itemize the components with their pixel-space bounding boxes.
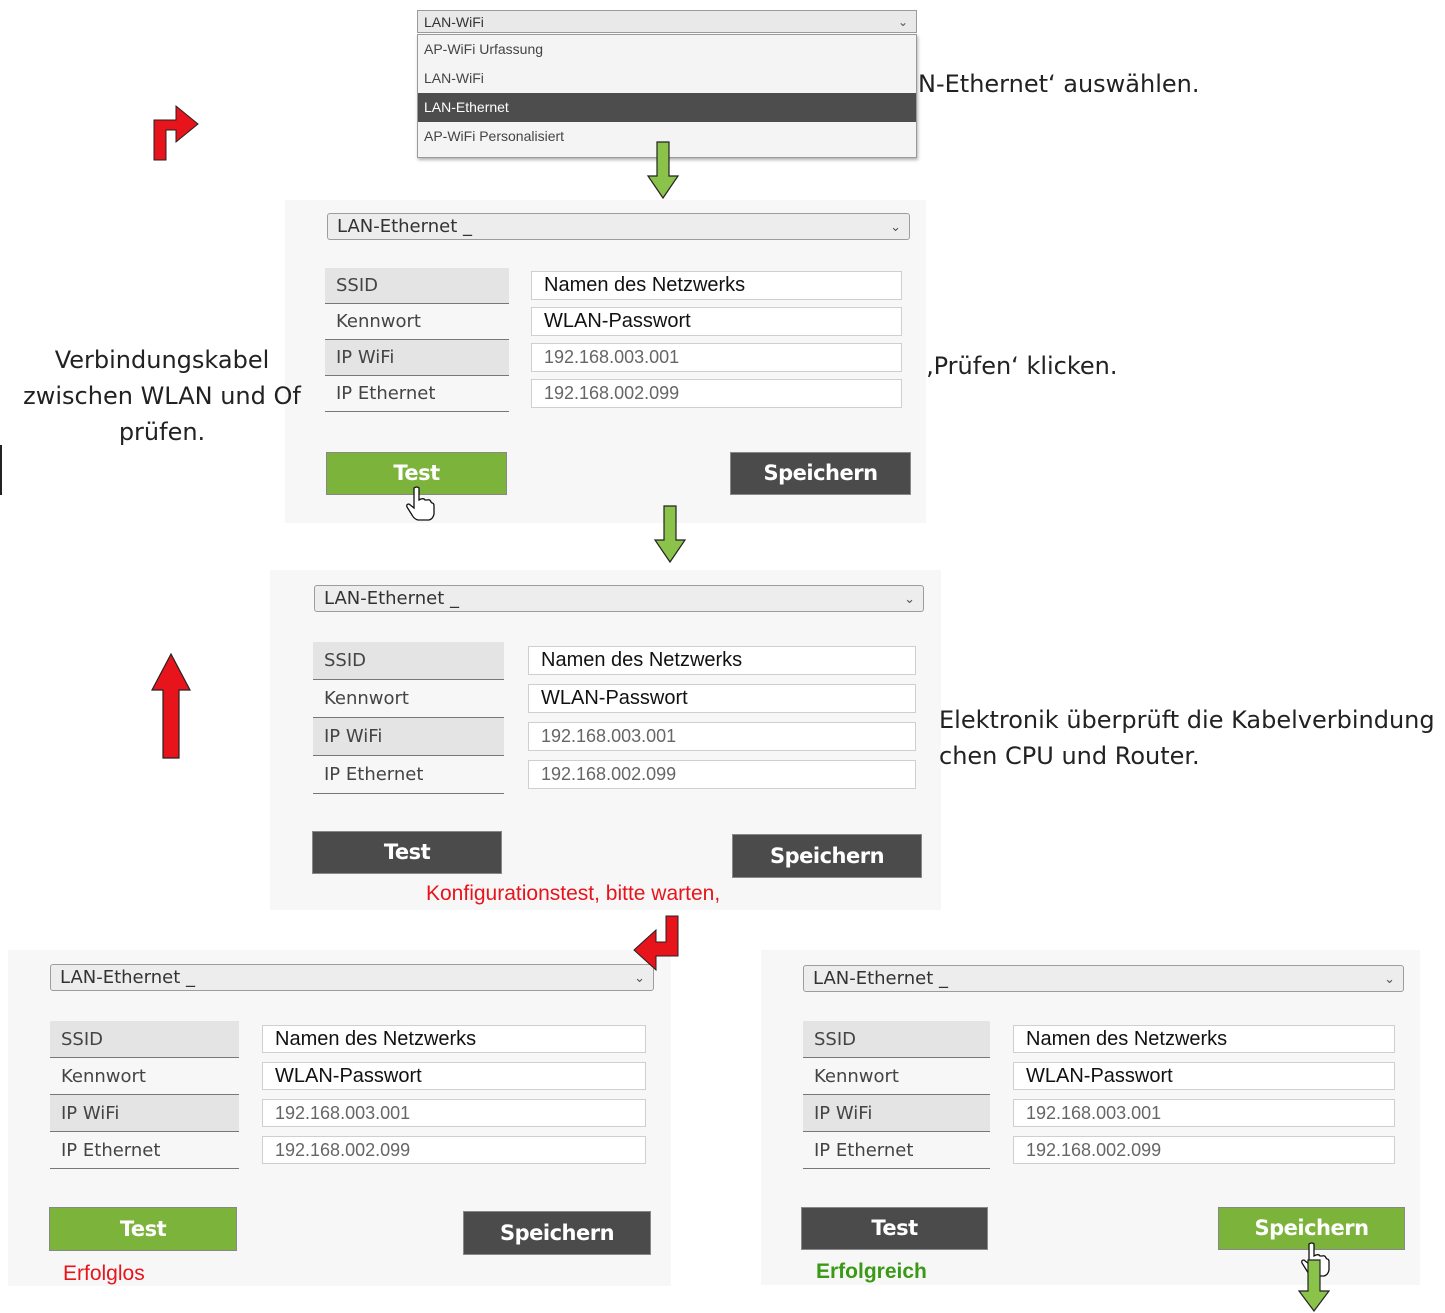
mode-select-value: LAN-WiFi	[424, 14, 484, 30]
note-left-line2: zwischen WLAN und Of	[23, 382, 301, 410]
ip-ethernet-input[interactable]: 192.168.002.099	[528, 760, 916, 789]
label-ssid: SSID	[50, 1021, 239, 1058]
note-left-line1: Verbindungskabel	[54, 346, 270, 374]
green-down-arrow-icon	[1297, 1259, 1331, 1312]
label-kennwort: Kennwort	[50, 1058, 239, 1095]
red-turn-arrow-icon	[633, 915, 679, 972]
test-button[interactable]: Test	[49, 1207, 237, 1251]
ip-ethernet-input[interactable]: 192.168.002.099	[1013, 1136, 1395, 1164]
config-panel-success: LAN-Ethernet _ ⌄ SSID Kennwort IP WiFi I…	[761, 950, 1420, 1285]
label-ip-ethernet: IP Ethernet	[50, 1132, 239, 1169]
config-panel-step1: LAN-Ethernet _ ⌄ SSID Kennwort IP WiFi I…	[285, 200, 926, 523]
label-ip-ethernet: IP Ethernet	[325, 376, 509, 412]
test-button[interactable]: Test	[801, 1207, 988, 1250]
chevron-down-icon: ⌄	[897, 15, 908, 29]
label-ssid: SSID	[313, 642, 504, 680]
mode-select-value: LAN-Ethernet _	[337, 216, 472, 237]
label-kennwort: Kennwort	[803, 1058, 990, 1095]
green-down-arrow-icon	[653, 505, 687, 564]
mode-select-value: LAN-Ethernet _	[60, 967, 195, 988]
ip-wifi-input[interactable]: 192.168.003.001	[531, 343, 902, 372]
ip-ethernet-input[interactable]: 192.168.002.099	[262, 1136, 646, 1164]
ssid-input[interactable]: Namen des Netzwerks	[1013, 1025, 1395, 1053]
test-button[interactable]: Test	[312, 831, 502, 874]
option-ap-wifi-urfassung[interactable]: AP-WiFi Urfassung	[418, 35, 916, 64]
save-button[interactable]: Speichern	[730, 452, 911, 495]
label-ip-wifi: IP WiFi	[803, 1095, 990, 1132]
mode-select[interactable]: LAN-Ethernet _ ⌄	[803, 965, 1404, 992]
mode-select-closed[interactable]: LAN-WiFi ⌄	[417, 10, 917, 33]
ip-wifi-input[interactable]: 192.168.003.001	[1013, 1099, 1395, 1127]
password-input[interactable]: WLAN-Passwort	[531, 307, 902, 336]
password-input[interactable]: WLAN-Passwort	[262, 1062, 646, 1090]
label-ssid: SSID	[325, 268, 509, 304]
chevron-down-icon: ⌄	[904, 592, 915, 607]
config-panel-step2: LAN-Ethernet _ ⌄ SSID Kennwort IP WiFi I…	[270, 570, 941, 910]
ssid-input[interactable]: Namen des Netzwerks	[528, 646, 916, 675]
label-ip-wifi: IP WiFi	[313, 718, 504, 756]
status-fail: Erfolglos	[63, 1262, 145, 1285]
password-input[interactable]: WLAN-Passwort	[528, 684, 916, 713]
option-lan-ethernet[interactable]: LAN-Ethernet	[418, 93, 916, 122]
hand-cursor-icon	[406, 486, 435, 521]
ssid-input[interactable]: Namen des Netzwerks	[531, 271, 902, 300]
left-edge-line	[0, 445, 2, 495]
password-input[interactable]: WLAN-Passwort	[1013, 1062, 1395, 1090]
option-lan-wifi[interactable]: LAN-WiFi	[418, 64, 916, 93]
red-turn-arrow-icon	[153, 104, 199, 161]
label-ip-wifi: IP WiFi	[325, 340, 509, 376]
note-right-line1: Elektronik überprüft die Kabelverbindung	[939, 706, 1435, 734]
save-button[interactable]: Speichern	[463, 1211, 651, 1255]
status-success: Erfolgreich	[816, 1260, 927, 1283]
label-ip-ethernet: IP Ethernet	[803, 1132, 990, 1169]
mode-select-value: LAN-Ethernet _	[324, 588, 459, 609]
status-message: Konfigurationstest, bitte warten,	[426, 882, 721, 905]
label-ip-ethernet: IP Ethernet	[313, 756, 504, 794]
label-ip-wifi: IP WiFi	[50, 1095, 239, 1132]
mode-select[interactable]: LAN-Ethernet _ ⌄	[50, 964, 654, 991]
ip-wifi-input[interactable]: 192.168.003.001	[262, 1099, 646, 1127]
note-right-line2: chen CPU und Router.	[939, 742, 1200, 770]
ip-wifi-input[interactable]: 192.168.003.001	[528, 722, 916, 751]
save-button[interactable]: Speichern	[732, 834, 922, 878]
label-kennwort: Kennwort	[313, 680, 504, 718]
label-ssid: SSID	[803, 1021, 990, 1058]
chevron-down-icon: ⌄	[890, 220, 901, 235]
config-panel-fail: LAN-Ethernet _ ⌄ SSID Kennwort IP WiFi I…	[8, 950, 671, 1286]
mode-select-value: LAN-Ethernet _	[813, 968, 948, 989]
mode-select[interactable]: LAN-Ethernet _ ⌄	[327, 213, 910, 240]
note-left: Verbindungskabel zwischen WLAN und Of pr…	[0, 342, 324, 450]
green-down-arrow-icon	[646, 141, 680, 200]
ssid-input[interactable]: Namen des Netzwerks	[262, 1025, 646, 1053]
note-step1: N-Ethernet‘ auswählen.	[918, 70, 1200, 98]
red-up-arrow-icon	[151, 652, 191, 759]
note-left-line3: prüfen.	[118, 418, 206, 446]
label-kennwort: Kennwort	[325, 304, 509, 340]
mode-select[interactable]: LAN-Ethernet _ ⌄	[314, 585, 924, 612]
note-step2: ‚Prüfen‘ klicken.	[926, 352, 1118, 380]
chevron-down-icon: ⌄	[1384, 972, 1395, 987]
ip-ethernet-input[interactable]: 192.168.002.099	[531, 379, 902, 408]
